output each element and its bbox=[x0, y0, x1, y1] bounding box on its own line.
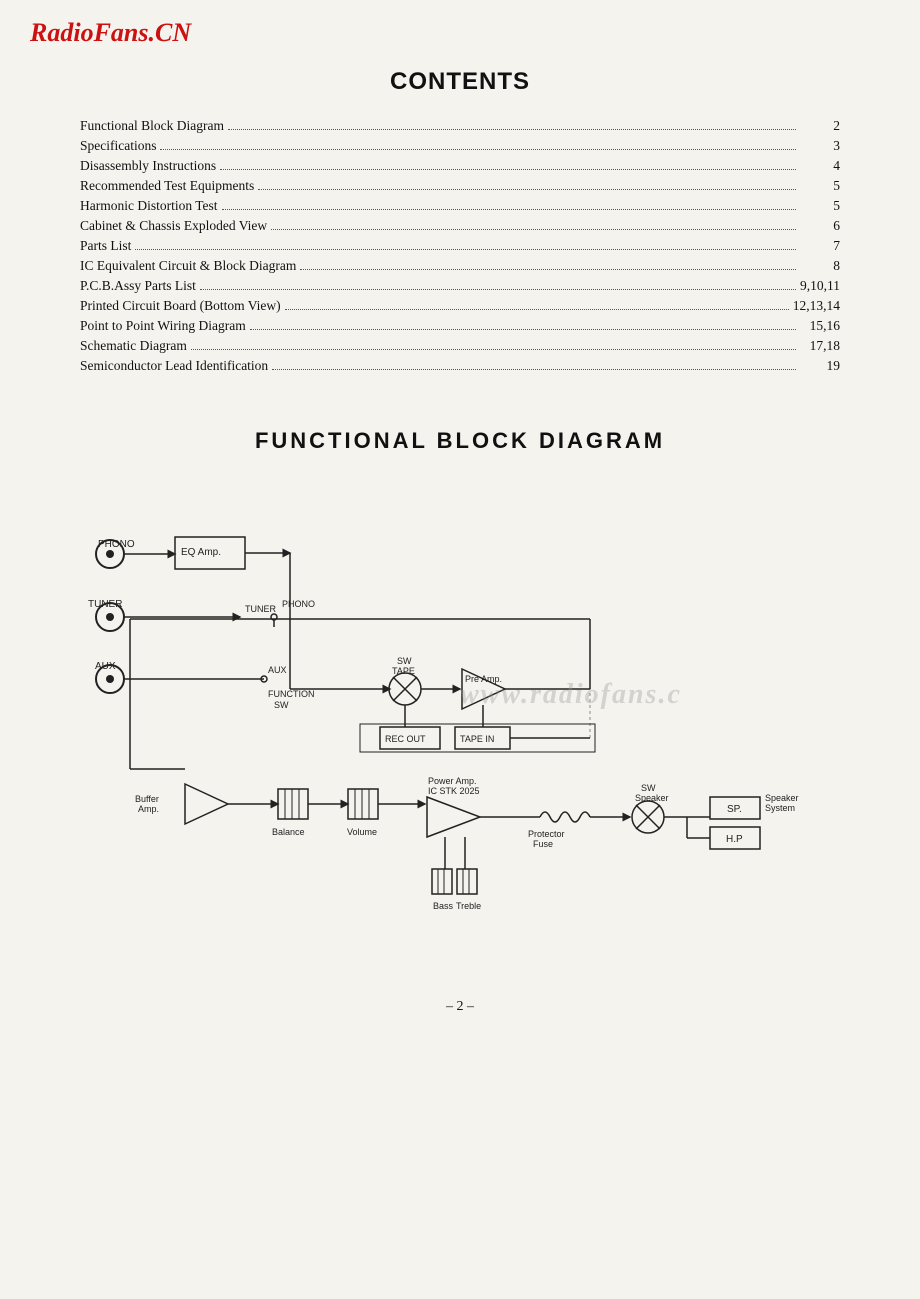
svg-text:Buffer: Buffer bbox=[135, 794, 159, 804]
toc-dots bbox=[191, 349, 796, 350]
svg-text:SP.: SP. bbox=[727, 804, 742, 815]
svg-text:SW: SW bbox=[397, 656, 412, 666]
toc-page: 2 bbox=[800, 118, 840, 134]
svg-text:REC OUT: REC OUT bbox=[385, 734, 426, 744]
toc-dots bbox=[285, 309, 789, 310]
block-diagram-title: FUNCTIONAL BLOCK DIAGRAM bbox=[30, 428, 890, 454]
toc-page: 6 bbox=[800, 218, 840, 234]
toc-label: Cabinet & Chassis Exploded View bbox=[80, 218, 267, 234]
svg-text:Balance: Balance bbox=[272, 827, 305, 837]
toc-page: 19 bbox=[800, 358, 840, 374]
toc-item: Schematic Diagram 17,18 bbox=[80, 338, 840, 354]
toc-item: Parts List 7 bbox=[80, 238, 840, 254]
svg-text:Power Amp.: Power Amp. bbox=[428, 776, 477, 786]
toc-label: Specifications bbox=[80, 138, 156, 154]
toc-page: 17,18 bbox=[800, 338, 840, 354]
contents-section: CONTENTS Functional Block Diagram 2 Specif… bbox=[0, 58, 920, 408]
toc-dots bbox=[300, 269, 796, 270]
svg-text:TAPE IN: TAPE IN bbox=[460, 734, 494, 744]
svg-text:Volume: Volume bbox=[347, 827, 377, 837]
toc-item: Specifications 3 bbox=[80, 138, 840, 154]
toc-dots bbox=[222, 209, 796, 210]
svg-text:TAPE: TAPE bbox=[392, 666, 415, 676]
svg-text:Fuse: Fuse bbox=[533, 839, 553, 849]
svg-text:SW: SW bbox=[641, 783, 656, 793]
svg-text:H.P: H.P bbox=[726, 834, 743, 845]
toc-label: Parts List bbox=[80, 238, 131, 254]
toc-item: Semiconductor Lead Identification 19 bbox=[80, 358, 840, 374]
toc-item: P.C.B.Assy Parts List 9,10,11 bbox=[80, 278, 840, 294]
toc-dots bbox=[220, 169, 796, 170]
svg-text:Amp.: Amp. bbox=[138, 804, 159, 814]
svg-text:EQ Amp.: EQ Amp. bbox=[181, 547, 221, 558]
toc-page: 15,16 bbox=[800, 318, 840, 334]
toc-label: Disassembly Instructions bbox=[80, 158, 216, 174]
toc-item: Harmonic Distortion Test 5 bbox=[80, 198, 840, 214]
toc-container: Functional Block Diagram 2 Specifications 3… bbox=[80, 118, 840, 374]
svg-text:Treble: Treble bbox=[456, 901, 481, 911]
toc-dots bbox=[160, 149, 796, 150]
toc-item: Disassembly Instructions 4 bbox=[80, 158, 840, 174]
toc-label: Schematic Diagram bbox=[80, 338, 187, 354]
toc-page: 5 bbox=[800, 178, 840, 194]
toc-page: 5 bbox=[800, 198, 840, 214]
toc-label: Semiconductor Lead Identification bbox=[80, 358, 268, 374]
toc-dots bbox=[271, 229, 796, 230]
toc-label: Point to Point Wiring Diagram bbox=[80, 318, 246, 334]
block-diagram-section: FUNCTIONAL BLOCK DIAGRAM www.radiofans.c… bbox=[0, 408, 920, 989]
diagram-container: www.radiofans.c PHONO EQ Amp. TUNER TUNE… bbox=[30, 479, 890, 969]
toc-label: Recommended Test Equipments bbox=[80, 178, 254, 194]
svg-text:Speaker: Speaker bbox=[765, 793, 799, 803]
svg-text:AUX: AUX bbox=[268, 665, 287, 675]
page-number: – 2 – bbox=[0, 989, 920, 1030]
toc-dots bbox=[135, 249, 796, 250]
toc-label: IC Equivalent Circuit & Block Diagram bbox=[80, 258, 296, 274]
svg-text:SW: SW bbox=[274, 700, 289, 710]
toc-page: 12,13,14 bbox=[793, 298, 840, 314]
toc-dots bbox=[250, 329, 796, 330]
header: RadioFans.CN bbox=[0, 0, 920, 58]
toc-label: P.C.B.Assy Parts List bbox=[80, 278, 196, 294]
toc-label: Printed Circuit Board (Bottom View) bbox=[80, 298, 281, 314]
svg-text:Speaker: Speaker bbox=[635, 793, 669, 803]
toc-item: Functional Block Diagram 2 bbox=[80, 118, 840, 134]
toc-label: Harmonic Distortion Test bbox=[80, 198, 218, 214]
toc-page: 7 bbox=[800, 238, 840, 254]
svg-text:TUNER: TUNER bbox=[245, 604, 276, 614]
svg-text:Protector: Protector bbox=[528, 829, 565, 839]
toc-item: Recommended Test Equipments 5 bbox=[80, 178, 840, 194]
svg-text:PHONO: PHONO bbox=[98, 539, 135, 550]
svg-text:Pre Amp.: Pre Amp. bbox=[465, 674, 502, 684]
block-diagram-svg: PHONO EQ Amp. TUNER TUNER PHONO bbox=[30, 479, 890, 969]
toc-page: 9,10,11 bbox=[800, 278, 840, 294]
toc-item: IC Equivalent Circuit & Block Diagram 8 bbox=[80, 258, 840, 274]
toc-item: Cabinet & Chassis Exploded View 6 bbox=[80, 218, 840, 234]
toc-dots bbox=[272, 369, 796, 370]
toc-dots bbox=[258, 189, 796, 190]
svg-text:FUNCTION: FUNCTION bbox=[268, 689, 315, 699]
svg-text:System: System bbox=[765, 803, 795, 813]
svg-text:IC STK 2025: IC STK 2025 bbox=[428, 786, 480, 796]
toc-page: 8 bbox=[800, 258, 840, 274]
toc-dots bbox=[228, 129, 796, 130]
toc-label: Functional Block Diagram bbox=[80, 118, 224, 134]
svg-text:Bass: Bass bbox=[433, 901, 454, 911]
site-logo: RadioFans.CN bbox=[30, 18, 191, 48]
svg-text:PHONO: PHONO bbox=[282, 599, 315, 609]
toc-item: Point to Point Wiring Diagram 15,16 bbox=[80, 318, 840, 334]
toc-page: 4 bbox=[800, 158, 840, 174]
toc-item: Printed Circuit Board (Bottom View) 12,13… bbox=[80, 298, 840, 314]
toc-page: 3 bbox=[800, 138, 840, 154]
toc-dots bbox=[200, 289, 796, 290]
contents-title: CONTENTS bbox=[80, 68, 840, 96]
